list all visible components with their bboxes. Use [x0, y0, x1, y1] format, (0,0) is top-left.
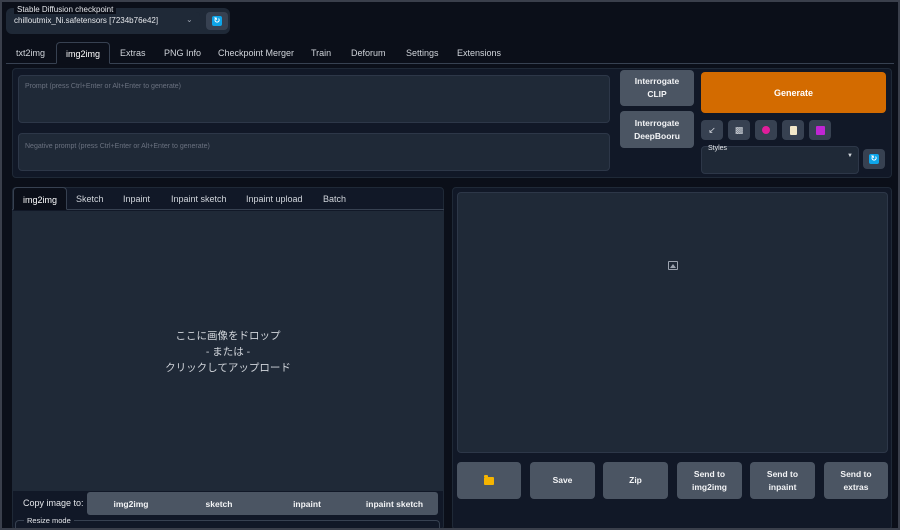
checkpoint-label: Stable Diffusion checkpoint — [14, 5, 117, 14]
tab-txt2img[interactable]: txt2img — [16, 42, 45, 64]
prompt-input[interactable]: Prompt (press Ctrl+Enter or Alt+Enter to… — [18, 75, 610, 123]
tab-img2img[interactable]: img2img — [56, 42, 111, 64]
subtab-inpaint[interactable]: Inpaint — [123, 187, 150, 210]
output-gallery — [457, 192, 888, 453]
art-palette-icon[interactable] — [755, 120, 777, 140]
subtab-sketch[interactable]: Sketch — [76, 187, 104, 210]
refresh-icon: ↻ — [869, 154, 879, 164]
img2img-mode-tabs: img2img Sketch Inpaint Inpaint sketch In… — [12, 187, 444, 210]
subtab-batch[interactable]: Batch — [323, 187, 346, 210]
save-button[interactable]: Save — [530, 462, 595, 499]
drop-text-line3: クリックしてアップロード — [165, 362, 291, 374]
subtab-img2img[interactable]: img2img — [13, 187, 68, 210]
negative-prompt-input[interactable]: Negative prompt (press Ctrl+Enter or Alt… — [18, 133, 610, 171]
clipboard-icon[interactable] — [782, 120, 804, 140]
folder-icon — [484, 474, 494, 485]
caret-down-icon[interactable]: ▼ — [847, 153, 853, 159]
styles-refresh-button[interactable]: ↻ — [863, 149, 885, 169]
interrogate-deepbooru-label: Interrogate DeepBooru — [634, 117, 680, 141]
checkpoint-value: chilloutmix_Ni.safetensors [7234b76e42] — [14, 16, 159, 25]
checkpoint-refresh-button[interactable]: ↻ — [206, 12, 228, 30]
send-to-extras-label-1: Send to — [840, 468, 872, 479]
zip-button[interactable]: Zip — [603, 462, 668, 499]
send-to-inpaint-button[interactable]: Send to inpaint — [750, 462, 815, 499]
copy-to-inpaint-sketch-button[interactable]: inpaint sketch — [351, 492, 438, 515]
image-placeholder-icon — [668, 261, 678, 270]
trash-icon[interactable]: ▩ — [728, 120, 750, 140]
copy-to-inpaint-button[interactable]: inpaint — [263, 492, 351, 515]
subtab-inpaint-upload[interactable]: Inpaint upload — [246, 187, 303, 210]
save-disk-icon[interactable] — [809, 120, 831, 140]
interrogate-clip-label: Interrogate CLIP — [634, 76, 680, 99]
copy-to-img2img-button[interactable]: img2img — [87, 492, 175, 515]
send-to-img2img-button[interactable]: Send to img2img — [677, 462, 742, 499]
interrogate-deepbooru-button[interactable]: Interrogate DeepBooru — [620, 111, 694, 148]
checkpoint-dropdown[interactable]: chilloutmix_Ni.safetensors [7234b76e42] — [8, 12, 200, 30]
send-to-extras-button[interactable]: Send to extras — [824, 462, 888, 499]
send-to-img2img-label-2: img2img — [692, 481, 727, 492]
refresh-icon: ↻ — [212, 16, 222, 26]
subtab-inpaint-sketch[interactable]: Inpaint sketch — [171, 187, 227, 210]
send-to-extras-label-2: extras — [843, 481, 869, 492]
resize-mode-group — [15, 520, 440, 530]
interrogate-clip-button[interactable]: Interrogate CLIP — [620, 70, 694, 106]
copy-to-sketch-button[interactable]: sketch — [175, 492, 263, 515]
open-folder-button[interactable] — [457, 462, 521, 499]
tab-settings[interactable]: Settings — [406, 42, 439, 64]
generate-button[interactable]: Generate — [701, 72, 886, 113]
tab-train[interactable]: Train — [311, 42, 331, 64]
tab-checkpoint-merger[interactable]: Checkpoint Merger — [218, 42, 294, 64]
tab-png-info[interactable]: PNG Info — [164, 42, 201, 64]
tab-extras[interactable]: Extras — [120, 42, 146, 64]
drop-instructions: ここに画像をドロップ - または - クリックしてアップロード — [13, 328, 443, 376]
drop-text-line2: - または - — [205, 346, 251, 358]
send-to-inpaint-label-2: inpaint — [768, 481, 797, 492]
send-to-img2img-label-1: Send to — [693, 468, 726, 479]
send-to-inpaint-label-1: Send to — [766, 468, 799, 479]
resize-mode-label: Resize mode — [24, 516, 74, 525]
tab-deforum[interactable]: Deforum — [351, 42, 386, 64]
chevron-down-icon[interactable]: ⌄ — [186, 15, 193, 24]
arrow-icon[interactable]: ↙ — [701, 120, 723, 140]
styles-label: Styles — [708, 145, 728, 152]
drop-text-line1: ここに画像をドロップ — [175, 330, 281, 342]
tab-extensions[interactable]: Extensions — [457, 42, 501, 64]
copy-image-label: Copy image to: — [23, 498, 84, 508]
main-tab-bar: txt2img img2img Extras PNG Info Checkpoi… — [6, 42, 894, 64]
